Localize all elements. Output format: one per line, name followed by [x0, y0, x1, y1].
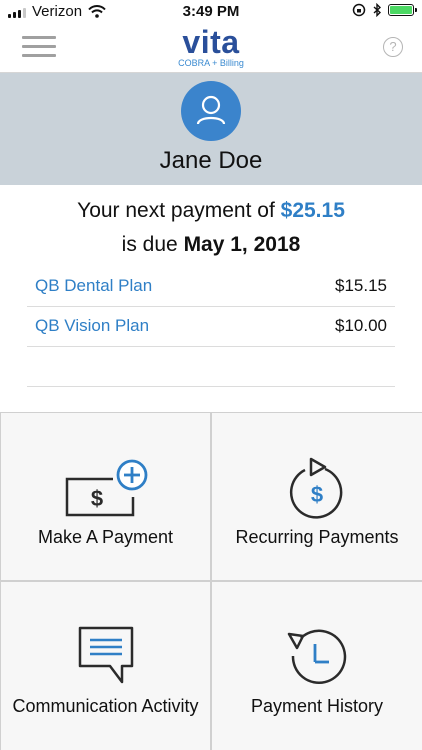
bluetooth-icon — [373, 3, 381, 17]
make-payment-tile[interactable]: $ Make A Payment — [1, 413, 210, 580]
logo-wordmark: vita — [182, 24, 240, 60]
plan-row[interactable]: QB Dental Plan $15.15 — [27, 266, 395, 307]
recurring-payment-icon: $ — [289, 457, 343, 519]
orientation-lock-icon — [352, 3, 366, 17]
plan-name-link[interactable]: QB Dental Plan — [35, 276, 152, 296]
tile-label: Communication Activity — [12, 696, 199, 716]
chat-bubble-icon — [78, 626, 133, 684]
nav-bar: vita COBRA + Billing ? — [0, 24, 422, 73]
svg-text:$: $ — [90, 486, 102, 511]
user-icon — [196, 95, 226, 125]
logo-subtitle: COBRA + Billing — [178, 58, 244, 68]
app-logo: vita COBRA + Billing — [0, 26, 422, 68]
profile-header: Jane Doe — [0, 73, 422, 185]
plan-name-link[interactable]: QB Vision Plan — [35, 316, 149, 336]
due-date: May 1, 2018 — [183, 233, 301, 256]
action-grid: $ Make A Payment $ Recurring Payments Co… — [0, 412, 422, 750]
plan-amount: $15.15 — [335, 276, 387, 295]
due-prefix: is due — [121, 233, 178, 256]
next-payment-prefix: Your next payment of — [77, 199, 275, 222]
next-payment-amount: $25.15 — [280, 199, 345, 222]
payment-history-tile[interactable]: Payment History — [212, 582, 422, 750]
history-clock-icon — [287, 629, 347, 685]
tile-label: Payment History — [250, 696, 384, 716]
next-payment-line: Your next payment of $25.15 — [0, 199, 422, 223]
user-name: Jane Doe — [159, 147, 263, 174]
status-right — [352, 3, 417, 17]
plan-row[interactable]: QB Vision Plan $10.00 — [27, 306, 395, 347]
recurring-payments-tile[interactable]: $ Recurring Payments — [212, 413, 422, 580]
status-bar: Verizon 3:49 PM — [0, 0, 422, 24]
avatar[interactable] — [181, 81, 241, 141]
tile-label: Make A Payment — [37, 527, 174, 547]
tile-label: Recurring Payments — [235, 527, 399, 547]
battery-icon — [388, 4, 417, 16]
section-divider — [27, 386, 395, 387]
svg-text:$: $ — [311, 482, 323, 507]
plan-amount: $10.00 — [335, 316, 387, 335]
add-payment-icon: $ — [65, 459, 147, 517]
help-icon[interactable]: ? — [383, 37, 403, 57]
due-date-line: is due May 1, 2018 — [0, 233, 422, 257]
communication-activity-tile[interactable]: Communication Activity — [1, 582, 210, 750]
